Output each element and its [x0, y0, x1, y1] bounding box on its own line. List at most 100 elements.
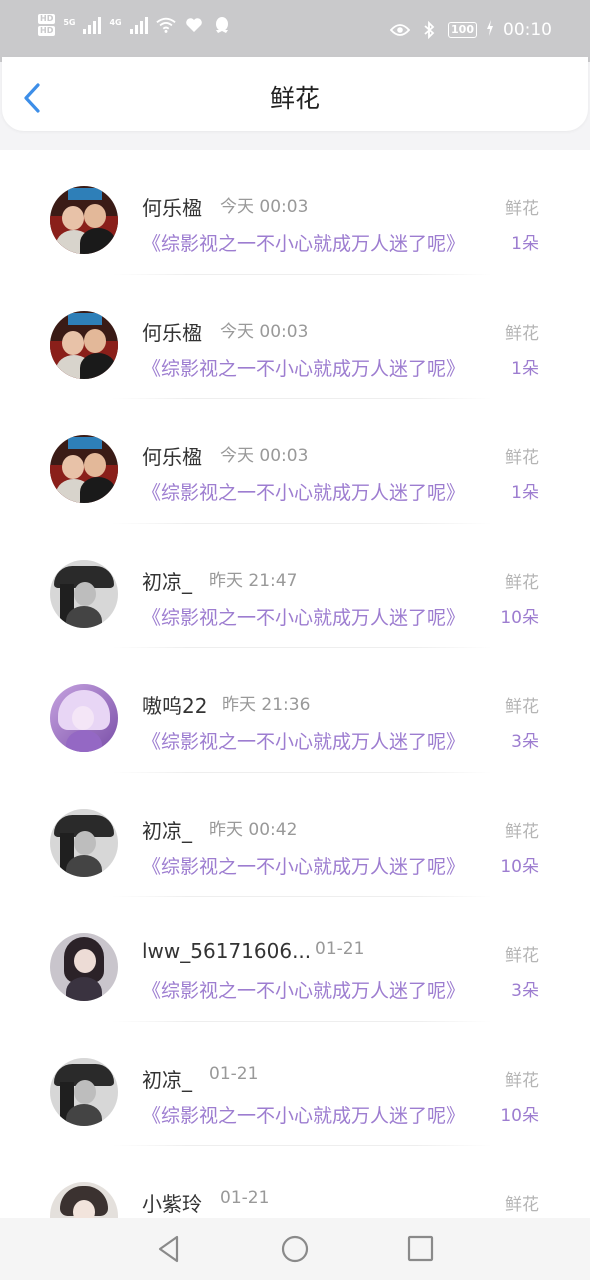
eye-icon: [390, 20, 411, 40]
user-name[interactable]: 何乐楹: [142, 317, 202, 346]
avatar-face: [62, 206, 84, 230]
user-name[interactable]: 初凉_: [142, 1064, 192, 1093]
avatar-face: [84, 328, 106, 353]
avatar-body: [80, 352, 116, 379]
list-item[interactable]: 初凉_ 01-21 鲜花 《综影视之一不小心就成万人迷了呢》 10朵: [0, 1022, 590, 1146]
gift-type-label: 鲜花: [505, 697, 539, 717]
book-title[interactable]: 《综影视之一不小心就成万人迷了呢》: [142, 1101, 465, 1128]
list-item[interactable]: 初凉_ 昨天 21:47 鲜花 《综影视之一不小心就成万人迷了呢》 10朵: [0, 524, 590, 648]
gift-type-label: 鲜花: [505, 821, 539, 842]
avatar[interactable]: [50, 808, 118, 877]
avatar-body: [80, 228, 116, 254]
avatar-face: [74, 830, 96, 855]
list-item[interactable]: 小紫玲 01-21 鲜花: [0, 1146, 590, 1218]
list-item[interactable]: 嗷呜22 昨天 21:36 鲜花 《综影视之一不小心就成万人迷了呢》 3朵: [0, 648, 590, 773]
book-title[interactable]: 《综影视之一不小心就成万人迷了呢》: [142, 603, 465, 630]
flower-count: 1朵: [511, 234, 539, 254]
signal-icon-2: [129, 16, 148, 34]
gift-type-label: 鲜花: [505, 1195, 539, 1215]
flower-count: 10朵: [500, 856, 539, 877]
user-name[interactable]: 小紫玲: [142, 1188, 202, 1217]
signal-icon: [83, 16, 102, 34]
back-triangle-icon[interactable]: [152, 1232, 186, 1266]
record-time: 昨天 00:42: [209, 819, 298, 840]
book-title[interactable]: 《综影视之一不小心就成万人迷了呢》: [142, 478, 465, 505]
avatar-bg-sign: [68, 312, 102, 325]
book-title[interactable]: 《综影视之一不小心就成万人迷了呢》: [142, 354, 465, 381]
book-title[interactable]: 《综影视之一不小心就成万人迷了呢》: [142, 976, 465, 1003]
avatar[interactable]: [50, 1057, 118, 1126]
gift-type-label: 鲜花: [505, 323, 539, 344]
hd-badge-2: HD: [38, 26, 56, 36]
flower-count: 10朵: [500, 1105, 539, 1126]
user-name[interactable]: 初凉_: [142, 566, 192, 595]
status-bar-right: 100 00:10: [390, 20, 552, 40]
avatar-bg-sign: [68, 188, 102, 200]
network-4g-label: 4G: [109, 18, 122, 27]
wifi-icon: [155, 15, 176, 35]
charging-icon: [486, 20, 494, 40]
user-name[interactable]: 何乐楹: [142, 441, 202, 470]
avatar-body: [66, 605, 102, 628]
user-name[interactable]: lww_56171606...: [142, 939, 311, 963]
bluetooth-icon: [419, 20, 439, 40]
avatar-body: [66, 854, 102, 877]
status-bar-left: HD HD 5G 4G: [38, 14, 232, 36]
book-title[interactable]: 《综影视之一不小心就成万人迷了呢》: [142, 727, 465, 754]
avatar-body: [66, 1103, 102, 1126]
gift-type-label: 鲜花: [505, 1070, 539, 1091]
book-title[interactable]: 《综影视之一不小心就成万人迷了呢》: [142, 229, 465, 256]
flower-count: 3朵: [511, 981, 539, 1001]
avatar[interactable]: [50, 933, 118, 1001]
record-time: 01-21: [220, 1188, 270, 1208]
network-5g-label: 5G: [63, 18, 76, 27]
record-time: 01-21: [315, 939, 365, 959]
record-time: 昨天 21:36: [222, 695, 311, 715]
user-name[interactable]: 何乐楹: [142, 192, 202, 221]
gift-type-label: 鲜花: [505, 199, 539, 219]
record-time: 01-21: [209, 1063, 259, 1084]
home-circle-icon[interactable]: [278, 1232, 312, 1266]
qq-icon: [212, 15, 232, 35]
avatar-face: [74, 949, 96, 973]
list-item[interactable]: 初凉_ 昨天 00:42 鲜花 《综影视之一不小心就成万人迷了呢》 10朵: [0, 773, 590, 897]
avatar-body: [80, 477, 116, 503]
avatar[interactable]: [50, 559, 118, 628]
avatar[interactable]: [50, 435, 118, 503]
record-time: 今天 00:03: [220, 321, 309, 342]
flower-records-list[interactable]: 何乐楹 今天 00:03 鲜花 《综影视之一不小心就成万人迷了呢》 1朵 何乐楹…: [0, 150, 590, 1218]
avatar[interactable]: [50, 310, 118, 379]
book-title[interactable]: 《综影视之一不小心就成万人迷了呢》: [142, 852, 465, 879]
recents-square-icon[interactable]: [404, 1232, 438, 1266]
gift-type-label: 鲜花: [505, 946, 539, 966]
gift-type-label: 鲜花: [505, 448, 539, 468]
avatar-face: [62, 330, 84, 355]
avatar-face: [84, 453, 106, 477]
status-clock: 00:10: [503, 20, 552, 40]
record-time: 今天 00:03: [220, 446, 309, 466]
list-item[interactable]: lww_56171606... 01-21 鲜花 《综影视之一不小心就成万人迷了…: [0, 897, 590, 1022]
record-time: 今天 00:03: [220, 197, 309, 217]
avatar-body: [66, 977, 102, 1001]
avatar-body: [66, 730, 102, 752]
app-header: 鲜花: [2, 57, 588, 131]
avatar-face: [72, 706, 94, 730]
gift-type-label: 鲜花: [505, 572, 539, 593]
status-bar: HD HD 5G 4G 100 00:10: [0, 0, 590, 62]
list-item[interactable]: 何乐楹 今天 00:03 鲜花 《综影视之一不小心就成万人迷了呢》 1朵: [0, 399, 590, 524]
avatar-bg-sign: [68, 437, 102, 449]
user-name[interactable]: 嗷呜22: [142, 690, 207, 719]
list-item[interactable]: 何乐楹 今天 00:03 鲜花 《综影视之一不小心就成万人迷了呢》 1朵: [0, 150, 590, 275]
avatar-face: [84, 204, 106, 228]
avatar[interactable]: [50, 186, 118, 254]
flower-count: 1朵: [511, 358, 539, 379]
flower-count: 1朵: [511, 483, 539, 503]
avatar[interactable]: [50, 684, 118, 752]
page-title: 鲜花: [269, 84, 320, 113]
avatar[interactable]: [50, 1182, 118, 1218]
user-name[interactable]: 初凉_: [142, 815, 192, 844]
avatar-face: [62, 455, 84, 479]
list-item[interactable]: 何乐楹 今天 00:03 鲜花 《综影视之一不小心就成万人迷了呢》 1朵: [0, 275, 590, 399]
avatar-face: [74, 1079, 96, 1104]
system-nav-bar: [0, 1218, 590, 1280]
